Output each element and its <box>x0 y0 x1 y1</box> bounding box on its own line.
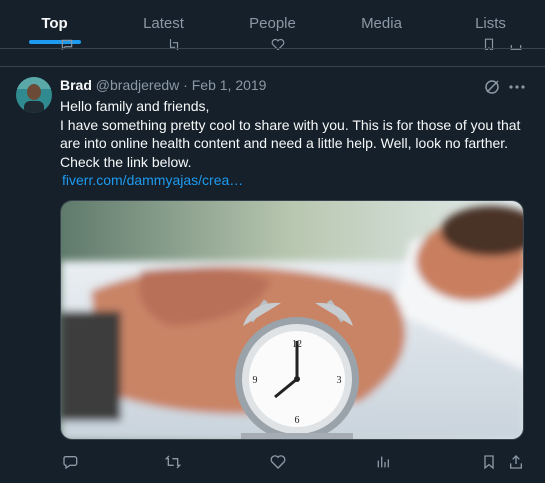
more-icon[interactable] <box>508 79 526 95</box>
author-handle[interactable]: @bradjeredw <box>96 77 179 93</box>
tab-label: Latest <box>143 14 184 32</box>
tab-label: Top <box>41 14 68 32</box>
tab-label: People <box>249 14 296 32</box>
tweet-line: are into online health content and need … <box>60 135 509 151</box>
retweet-icon[interactable] <box>163 452 183 472</box>
share-icon[interactable] <box>506 452 526 472</box>
tweet-line: I have something pretty cool to share wi… <box>60 116 521 133</box>
reply-icon[interactable] <box>60 452 80 472</box>
views-icon[interactable] <box>373 452 393 472</box>
like-icon[interactable] <box>268 452 288 472</box>
tweet-text: Hello family and friends, I have somethi… <box>60 97 535 190</box>
tweet-line: Hello family and friends, <box>60 98 210 114</box>
svg-text:6: 6 <box>295 415 300 426</box>
tweet-date[interactable]: Feb 1, 2019 <box>192 77 267 93</box>
svg-text:3: 3 <box>337 375 342 386</box>
author-name[interactable]: Brad <box>60 77 92 93</box>
tweet-image[interactable]: 12 3 6 9 <box>60 200 524 440</box>
tab-label: Media <box>361 14 402 32</box>
tabs-divider <box>0 48 545 49</box>
tweet-line: Check the link below. <box>60 153 192 170</box>
svg-text:9: 9 <box>253 375 258 386</box>
tab-label: Lists <box>475 14 506 32</box>
separator: · <box>179 77 192 93</box>
bookmark-icon[interactable] <box>479 452 499 472</box>
tweet-actions <box>60 452 525 472</box>
tweet-link[interactable]: fiverr.com/dammyajas/crea… <box>62 171 535 190</box>
tweet-header: Brad @bradjeredw · Feb 1, 2019 <box>60 77 266 93</box>
svg-text:12: 12 <box>292 339 302 350</box>
tweet-divider <box>0 66 545 67</box>
grok-icon[interactable] <box>484 79 500 95</box>
avatar[interactable] <box>16 77 52 113</box>
